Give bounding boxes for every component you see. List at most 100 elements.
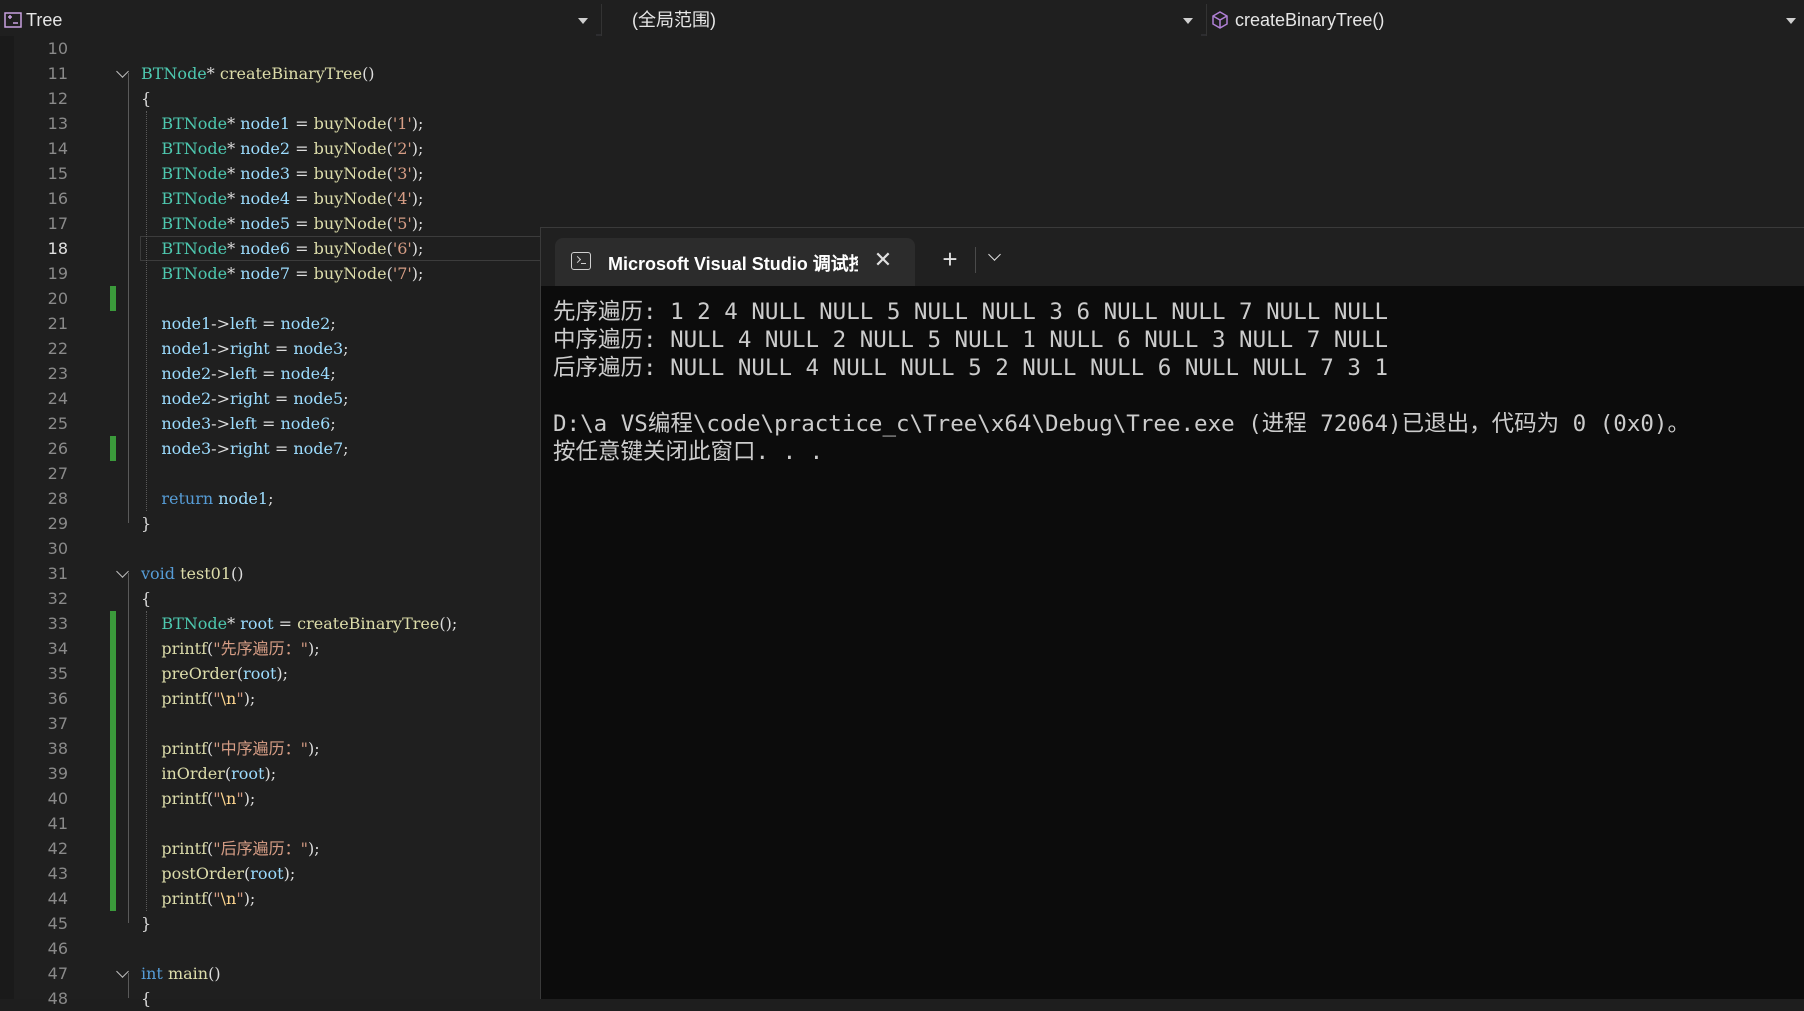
code-text[interactable]: postOrder(root);	[141, 861, 295, 886]
code-line[interactable]: 19 BTNode* node7 = buyNode('7');	[0, 261, 560, 286]
code-token: BTNode	[161, 164, 228, 183]
code-line[interactable]: 42 printf("后序遍历：");	[0, 836, 560, 861]
code-text[interactable]: BTNode* node6 = buyNode('6');	[141, 236, 423, 261]
code-line[interactable]: 27	[0, 461, 560, 486]
code-text[interactable]: BTNode* node7 = buyNode('7');	[141, 261, 423, 286]
fold-chevron-icon[interactable]	[116, 965, 129, 978]
code-line[interactable]: 25 node3->left = node6;	[0, 411, 560, 436]
code-token: node3	[293, 339, 344, 358]
code-line[interactable]: 20	[0, 286, 560, 311]
console-tab[interactable]: Microsoft Visual Studio 调试控制台 ✕	[555, 238, 915, 286]
code-text[interactable]: int main()	[141, 961, 221, 986]
code-line[interactable]: 34 printf("先序遍历：");	[0, 636, 560, 661]
code-line[interactable]: 18 BTNode* node6 = buyNode('6');	[0, 236, 562, 261]
code-text[interactable]: node3->left = node6;	[141, 411, 336, 436]
code-token: );	[308, 839, 320, 858]
code-line[interactable]: 22 node1->right = node3;	[0, 336, 560, 361]
code-text[interactable]: }	[141, 911, 151, 936]
debug-console-window[interactable]: Microsoft Visual Studio 调试控制台 ✕ + 先序遍历: …	[540, 227, 1804, 999]
member-dropdown[interactable]: createBinaryTree()	[1206, 4, 1804, 36]
close-icon[interactable]: ✕	[871, 248, 895, 272]
code-token: ->	[211, 314, 230, 333]
code-token: *	[227, 264, 241, 283]
code-text[interactable]: preOrder(root);	[141, 661, 288, 686]
code-text[interactable]: BTNode* node1 = buyNode('1');	[141, 111, 423, 136]
code-line[interactable]: 30	[0, 536, 560, 561]
code-text[interactable]: printf("后序遍历：");	[141, 836, 320, 861]
code-line[interactable]: 24 node2->right = node5;	[0, 386, 560, 411]
code-text[interactable]: BTNode* node3 = buyNode('3');	[141, 161, 423, 186]
code-text[interactable]: {	[141, 86, 151, 111]
code-line[interactable]: 15 BTNode* node3 = buyNode('3');	[0, 161, 560, 186]
code-text[interactable]: inOrder(root);	[141, 761, 276, 786]
code-line[interactable]: 23 node2->left = node4;	[0, 361, 560, 386]
code-token: ;	[330, 414, 336, 433]
code-token: {	[141, 589, 152, 608]
code-text[interactable]: printf("\n");	[141, 886, 255, 911]
code-text[interactable]: return node1;	[141, 486, 273, 511]
code-text[interactable]: node2->left = node4;	[141, 361, 335, 386]
code-line[interactable]: 21 node1->left = node2;	[0, 311, 560, 336]
chevron-down-icon	[578, 18, 588, 24]
code-line[interactable]: 45}	[0, 911, 560, 936]
code-token: );	[411, 114, 424, 133]
code-text[interactable]: printf("中序遍历：");	[141, 736, 319, 761]
project-dropdown[interactable]: Tree	[0, 4, 596, 36]
chevron-down-icon[interactable]	[988, 248, 1001, 261]
fold-chevron-icon[interactable]	[116, 65, 129, 78]
code-token: ->	[211, 439, 230, 458]
code-text[interactable]: node2->right = node5;	[141, 386, 348, 411]
code-line[interactable]: 16 BTNode* node4 = buyNode('4');	[0, 186, 560, 211]
code-text[interactable]: printf("\n");	[141, 686, 255, 711]
code-text[interactable]: BTNode* root = createBinaryTree();	[141, 611, 457, 636]
code-text[interactable]: }	[141, 511, 151, 536]
code-line[interactable]: 37	[0, 711, 560, 736]
code-line[interactable]: 47 int main()	[0, 961, 560, 986]
code-text[interactable]: node1->right = node3;	[141, 336, 348, 361]
code-line[interactable]: 40 printf("\n");	[0, 786, 560, 811]
code-line[interactable]: 26 node3->right = node7;	[0, 436, 560, 461]
code-line[interactable]: 31 void test01()	[0, 561, 560, 586]
fold-chevron-icon[interactable]	[116, 565, 129, 578]
code-token: ()	[208, 964, 221, 983]
scope-dropdown[interactable]: (全局范围)	[601, 4, 1201, 36]
code-line[interactable]: 38 printf("中序遍历：");	[0, 736, 560, 761]
code-text[interactable]: node1->left = node2;	[141, 311, 335, 336]
code-text[interactable]: void test01()	[141, 561, 244, 586]
code-line[interactable]: 35 preOrder(root);	[0, 661, 560, 686]
plus-icon[interactable]: +	[935, 244, 965, 274]
code-line[interactable]: 12 {	[0, 86, 560, 111]
code-text[interactable]: BTNode* node5 = buyNode('5');	[141, 211, 423, 236]
code-line[interactable]: 11 BTNode* createBinaryTree()	[0, 61, 560, 86]
code-line[interactable]: 46	[0, 936, 560, 961]
code-text[interactable]: printf("先序遍历：");	[141, 636, 319, 661]
code-text[interactable]: {	[141, 586, 151, 611]
code-line[interactable]: 14 BTNode* node2 = buyNode('2');	[0, 136, 560, 161]
code-text[interactable]: node3->right = node7;	[141, 436, 348, 461]
code-line[interactable]: 29}	[0, 511, 560, 536]
code-line[interactable]: 32 {	[0, 586, 560, 611]
change-indicator	[110, 736, 116, 761]
code-token: node2	[240, 139, 291, 158]
code-line[interactable]: 13 BTNode* node1 = buyNode('1');	[0, 111, 560, 136]
code-token: "	[213, 889, 221, 908]
code-line[interactable]: 39 inOrder(root);	[0, 761, 560, 786]
code-line[interactable]: 44 printf("\n");	[0, 886, 560, 911]
code-line[interactable]: 17 BTNode* node5 = buyNode('5');	[0, 211, 560, 236]
code-line[interactable]: 33 BTNode* root = createBinaryTree();	[0, 611, 560, 636]
code-text[interactable]: BTNode* node2 = buyNode('2');	[141, 136, 423, 161]
code-text[interactable]: BTNode* node4 = buyNode('4');	[141, 186, 423, 211]
code-token: "中序遍历："	[213, 739, 308, 758]
code-line[interactable]: 43 postOrder(root);	[0, 861, 560, 886]
code-line[interactable]: 36 printf("\n");	[0, 686, 560, 711]
code-line[interactable]: 10	[0, 36, 560, 61]
code-line[interactable]: 28 return node1;	[0, 486, 560, 511]
code-text[interactable]: printf("\n");	[141, 786, 255, 811]
code-token: node2	[280, 314, 331, 333]
code-text[interactable]: BTNode* createBinaryTree()	[141, 61, 375, 86]
code-token: right	[229, 389, 270, 408]
code-line[interactable]: 41	[0, 811, 560, 836]
console-output-line: 后序遍历: NULL NULL 4 NULL NULL 5 2 NULL NUL…	[553, 355, 1389, 381]
